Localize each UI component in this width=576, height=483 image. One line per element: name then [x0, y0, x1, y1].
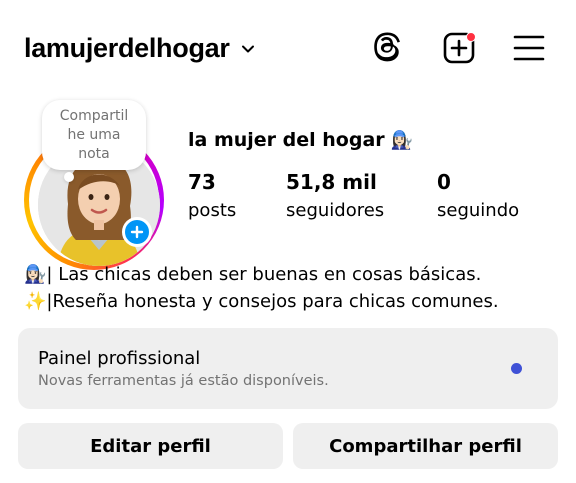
dashboard-subtitle: Novas ferramentas já estão disponíveis. — [38, 373, 329, 389]
dashboard-title: Painel profissional — [38, 348, 201, 369]
chevron-down-icon — [241, 45, 254, 52]
stat-followers[interactable]: 51,8 mil seguidores — [286, 170, 384, 221]
create-button[interactable] — [441, 30, 477, 66]
stat-posts[interactable]: 73 posts — [188, 170, 236, 221]
note-bubble[interactable]: Compartil he uma nota — [42, 100, 146, 170]
plus-icon — [130, 225, 144, 239]
new-indicator-dot — [511, 363, 522, 374]
share-profile-button[interactable]: Compartilhar perfil — [293, 423, 558, 469]
display-name-row: la mujer del hogar 👩🏻‍🔧 — [188, 129, 413, 151]
bio-line: 👩🏻‍🔧| Las chicas deben ser buenas en cos… — [24, 264, 482, 285]
professional-dashboard[interactable]: Painel profissional Novas ferramentas já… — [18, 328, 558, 409]
stat-label: posts — [188, 200, 237, 221]
stat-following[interactable]: 0 seguindo — [437, 170, 519, 221]
stat-value: 0 — [437, 170, 451, 194]
stat-label: seguindo — [437, 200, 520, 221]
notification-dot — [466, 32, 476, 42]
stat-value: 73 — [188, 170, 216, 194]
menu-button[interactable] — [511, 30, 547, 66]
hamburger-menu-icon — [513, 35, 545, 61]
username: lamujerdelhogar — [24, 33, 230, 63]
display-name-emoji: 👩🏻‍🔧 — [390, 129, 414, 151]
display-name: la mujer del hogar — [188, 129, 385, 151]
profile-header: lamujerdelhogar — [0, 0, 576, 100]
note-bubble-tail — [64, 172, 74, 182]
bio: 👩🏻‍🔧| Las chicas deben ser buenas en cos… — [24, 261, 499, 315]
threads-icon — [374, 32, 400, 62]
add-story-button[interactable] — [122, 217, 152, 247]
stat-label: seguidores — [286, 200, 385, 221]
threads-button[interactable] — [369, 30, 405, 66]
note-prompt: Compartil he uma nota — [59, 107, 129, 162]
stat-value: 51,8 mil — [286, 170, 377, 194]
account-switcher[interactable]: lamujerdelhogar — [24, 33, 256, 64]
bio-line: ✨|Reseña honesta y consejos para chicas … — [24, 291, 499, 312]
edit-profile-button[interactable]: Editar perfil — [18, 423, 283, 469]
